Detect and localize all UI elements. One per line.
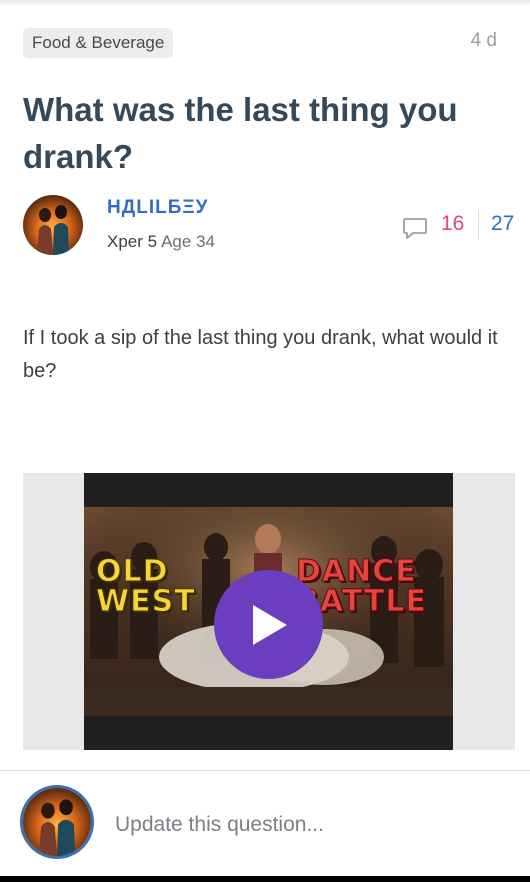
footer-divider xyxy=(0,770,530,771)
user-avatar[interactable] xyxy=(23,788,91,856)
thumbnail-text-left: OLD WEST xyxy=(96,554,196,619)
author-age: Age 34 xyxy=(161,232,215,251)
video-player[interactable]: OLD WEST DANCE BATTLE xyxy=(23,473,515,750)
author-meta: Xper 5 Age 34 xyxy=(107,232,215,252)
author-avatar[interactable] xyxy=(23,195,83,255)
top-shadow xyxy=(0,0,530,6)
stat-divider xyxy=(478,209,479,240)
category-tag[interactable]: Food & Beverage xyxy=(23,28,174,58)
bottom-bar xyxy=(0,876,530,882)
update-question-input[interactable] xyxy=(105,800,525,850)
author-level: Xper 5 xyxy=(107,232,158,251)
author-name[interactable]: НДLILБΞУ xyxy=(107,197,208,219)
play-button[interactable] xyxy=(214,570,323,679)
comment-bubble-icon[interactable] xyxy=(402,215,428,241)
question-title: What was the last thing you drank? xyxy=(23,91,458,175)
play-icon xyxy=(252,604,287,645)
views-count: 27 xyxy=(491,212,515,235)
post-time: 4 d xyxy=(470,30,497,51)
question-body: If I took a sip of the last thing you dr… xyxy=(23,327,498,382)
opinions-count[interactable]: 16 xyxy=(441,212,464,236)
